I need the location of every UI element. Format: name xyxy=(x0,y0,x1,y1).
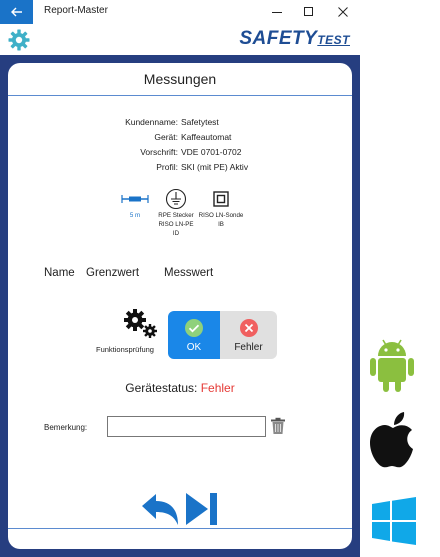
android-logo xyxy=(370,339,414,392)
status-value: Fehler xyxy=(200,381,235,395)
info-value: Safetytest xyxy=(181,117,219,127)
info-key: Vorschrift: xyxy=(140,147,178,157)
brand-logo: SAFETYTEST xyxy=(239,28,350,49)
page-title: Messungen xyxy=(143,71,217,87)
function-test-label: Funktionsprüfung xyxy=(96,345,154,354)
test-label: IB xyxy=(218,221,224,228)
info-key: Kundenname: xyxy=(125,117,178,127)
arrow-left-icon xyxy=(10,7,22,17)
checkmark-icon xyxy=(185,319,203,337)
minimize-button[interactable] xyxy=(262,0,292,24)
remark-label: Bemerkung: xyxy=(44,423,88,432)
minimize-icon xyxy=(272,12,282,13)
cross-icon xyxy=(239,319,258,337)
test-label: RPE Stecker xyxy=(158,212,194,219)
double-insulation-icon xyxy=(213,191,229,207)
bottom-divider xyxy=(8,528,352,529)
apple-logo xyxy=(370,412,413,468)
maximize-icon xyxy=(304,7,313,16)
test-label: RISO LN-Sonde xyxy=(198,212,244,219)
measurement-card: Messungen Kundenname: Safetytest Gerät: … xyxy=(8,63,352,549)
remark-input[interactable] xyxy=(107,416,266,437)
window-title: Report-Master xyxy=(44,5,108,16)
test-label: RISO LN-PE xyxy=(158,221,194,228)
info-key: Gerät: xyxy=(154,132,178,142)
app-window: Report-Master SAFETYTEST Messungen Kunde… xyxy=(0,0,360,557)
info-value: VDE 0701-0702 xyxy=(181,147,242,157)
info-row-regulation: Vorschrift: VDE 0701-0702 xyxy=(8,147,352,162)
app-bar: SAFETYTEST xyxy=(0,24,360,55)
trash-icon[interactable] xyxy=(270,417,286,435)
platform-logos xyxy=(360,0,440,557)
windows-logo xyxy=(372,497,416,545)
back-button[interactable] xyxy=(0,0,33,24)
column-limit: Grenzwert xyxy=(86,267,140,279)
info-key: Profil: xyxy=(156,162,178,172)
fail-button[interactable]: Fehler xyxy=(220,311,277,359)
gears-icon xyxy=(124,309,157,338)
info-row-device: Gerät: Kaffeautomat xyxy=(8,132,352,147)
column-measured: Messwert xyxy=(164,267,214,279)
info-value: SKI (mit PE) Aktiv xyxy=(181,162,249,172)
ok-label: OK xyxy=(186,342,202,353)
test-protective-earth[interactable]: RPE Stecker RISO LN-PE ID xyxy=(151,187,201,238)
title-divider xyxy=(8,95,352,96)
protective-earth-icon xyxy=(165,188,187,210)
info-row-customer: Kundenname: Safetytest xyxy=(8,117,352,132)
column-name: Name xyxy=(44,267,75,279)
title-bar: Report-Master xyxy=(0,0,360,24)
device-status: Gerätestatus: Fehler xyxy=(8,381,352,395)
close-button[interactable] xyxy=(328,0,358,24)
undo-arrow-icon[interactable] xyxy=(140,491,182,527)
test-label: ID xyxy=(172,230,180,237)
info-row-profile: Profil: SKI (mit PE) Aktiv xyxy=(8,162,352,177)
test-insulation-probe[interactable]: RISO LN-Sonde IB xyxy=(196,187,246,229)
status-label: Gerätestatus: xyxy=(125,381,198,395)
info-value: Kaffeautomat xyxy=(181,132,232,142)
skip-next-icon[interactable] xyxy=(184,491,220,527)
close-icon xyxy=(338,7,348,17)
gear-icon[interactable] xyxy=(7,28,31,52)
fail-label: Fehler xyxy=(234,342,263,353)
device-info: Kundenname: Safetytest Gerät: Kaffeautom… xyxy=(8,117,352,177)
cable-length-icon xyxy=(121,195,149,203)
maximize-button[interactable] xyxy=(294,0,324,24)
ok-button[interactable]: OK xyxy=(168,311,220,359)
content-frame: Messungen Kundenname: Safetytest Gerät: … xyxy=(0,55,360,557)
